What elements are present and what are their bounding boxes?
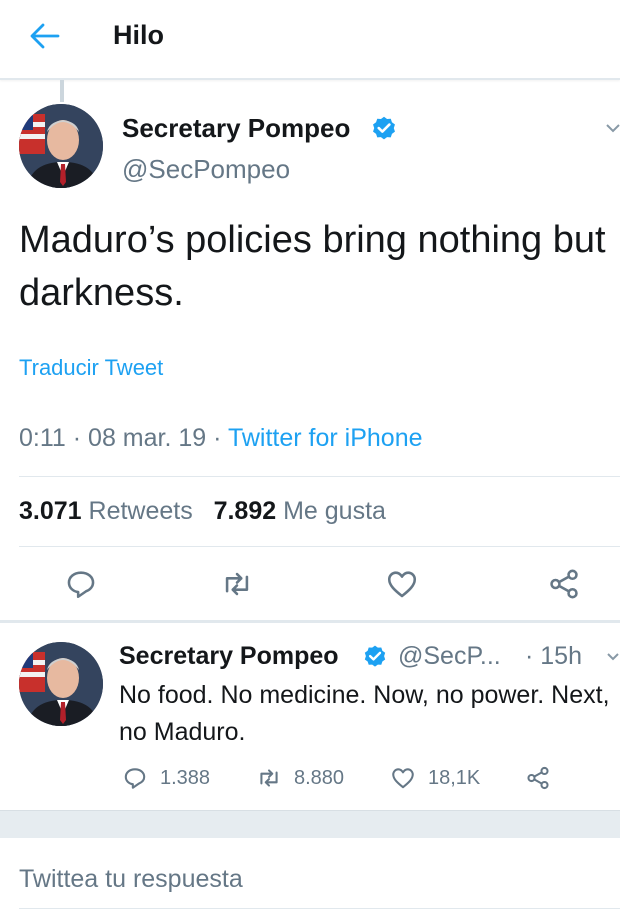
tweet-metadata: 0:11 · 08 mar. 19 · Twitter for iPhone bbox=[19, 424, 423, 453]
verified-badge-icon bbox=[373, 116, 395, 140]
reply-icon bbox=[124, 768, 146, 789]
likes-stat[interactable]: 7.892 Me gusta bbox=[214, 497, 386, 525]
reply-button[interactable]: 1.388 bbox=[122, 764, 210, 792]
retweets-stat[interactable]: 3.071 Retweets bbox=[19, 497, 193, 525]
like-button[interactable]: 18,1K bbox=[390, 764, 480, 792]
like-icon bbox=[392, 768, 414, 789]
back-button[interactable] bbox=[28, 22, 60, 50]
chevron-down-icon[interactable] bbox=[605, 122, 620, 134]
avatar[interactable] bbox=[19, 642, 103, 726]
tweet-source-link[interactable]: Twitter for iPhone bbox=[228, 424, 423, 452]
chevron-down-icon[interactable] bbox=[606, 652, 620, 662]
top-bar: Hilo bbox=[0, 0, 620, 80]
like-icon[interactable] bbox=[385, 567, 419, 601]
reply-count: 1.388 bbox=[160, 766, 211, 789]
engagement-stats: 3.071 Retweets 7.892 Me gusta bbox=[19, 497, 386, 526]
retweet-icon[interactable] bbox=[220, 567, 254, 601]
section-separator bbox=[0, 810, 620, 838]
likes-count: 7.892 bbox=[213, 497, 277, 525]
retweets-count: 3.071 bbox=[19, 497, 82, 525]
meta-separator: · bbox=[213, 424, 228, 452]
page-title: Hilo bbox=[113, 20, 164, 50]
verified-badge-icon bbox=[364, 645, 386, 667]
meta-separator: · bbox=[72, 424, 89, 452]
likes-label: Me gusta bbox=[283, 497, 386, 525]
share-icon[interactable] bbox=[547, 567, 581, 601]
divider bbox=[19, 476, 620, 477]
thread-connector bbox=[60, 80, 64, 102]
tweet-text: Maduro’s policies bring nothing but dark… bbox=[19, 219, 606, 314]
tweet-time: 0:11 bbox=[19, 424, 66, 452]
avatar[interactable] bbox=[19, 104, 103, 188]
author-name[interactable]: Secretary Pompeo bbox=[122, 113, 350, 144]
divider bbox=[19, 908, 620, 909]
divider bbox=[19, 546, 620, 547]
author-photo bbox=[19, 642, 103, 726]
reply-icon[interactable] bbox=[64, 567, 98, 601]
arrow-left-icon bbox=[30, 23, 60, 49]
retweet-button[interactable]: 8.880 bbox=[256, 764, 344, 792]
tweet-time-ago[interactable]: · 15h bbox=[525, 642, 582, 671]
author-handle[interactable]: @SecP... bbox=[398, 642, 501, 671]
share-button[interactable] bbox=[525, 764, 551, 792]
retweet-count: 8.880 bbox=[294, 766, 345, 789]
tweet-date: 08 mar. 19 bbox=[88, 424, 207, 452]
reply-compose-input[interactable]: Twittea tu respuesta bbox=[19, 865, 243, 894]
translate-tweet-link[interactable]: Traducir Tweet bbox=[19, 355, 163, 381]
like-count: 18,1K bbox=[428, 766, 481, 789]
retweet-icon bbox=[260, 769, 278, 787]
author-name[interactable]: Secretary Pompeo bbox=[119, 642, 339, 671]
section-separator bbox=[0, 620, 620, 623]
share-icon bbox=[527, 766, 549, 790]
tweet-text: No food. No medicine. Now, no power. Nex… bbox=[119, 681, 610, 746]
author-photo bbox=[19, 104, 103, 188]
author-handle[interactable]: @SecPompeo bbox=[122, 154, 290, 185]
retweets-label: Retweets bbox=[88, 497, 193, 525]
